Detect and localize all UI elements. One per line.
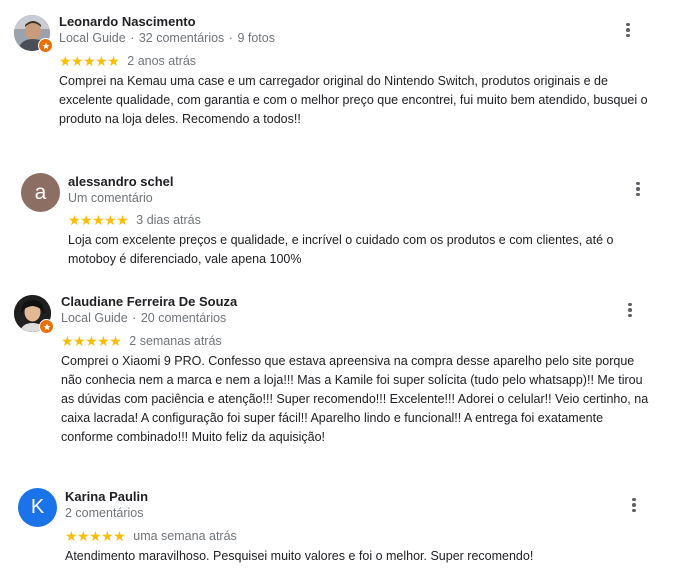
photos-count: 9 fotos (237, 31, 275, 45)
reviewer-name[interactable]: Leonardo Nascimento (59, 14, 196, 29)
review-text: Atendimento maravilhoso. Pesquisei muito… (65, 549, 534, 563)
review-date: uma semana atrás (133, 529, 237, 543)
reviewer-name[interactable]: alessandro schel (68, 174, 174, 189)
reviewer-meta: Local Guide · 32 comentários · 9 fotos (59, 31, 275, 45)
avatar-letter: K (18, 488, 57, 527)
review-text: Loja com excelente preços e qualidade, e… (68, 233, 614, 266)
star-rating-icon: ★★★★★ (59, 53, 120, 69)
rating-row: ★★★★★ 2 anos atrás (59, 54, 196, 68)
local-guide-badge-icon (39, 319, 54, 334)
reviews-count: 32 comentários (138, 31, 225, 45)
avatar[interactable] (14, 295, 54, 334)
avatar[interactable] (14, 15, 53, 53)
avatar[interactable]: a (21, 173, 60, 212)
star-rating-icon: ★★★★★ (65, 528, 126, 544)
reviews-count: Um comentário (68, 191, 153, 205)
more-options-icon[interactable] (629, 179, 647, 199)
reviewer-meta: 2 comentários (65, 506, 144, 520)
rating-row: ★★★★★ 3 dias atrás (68, 213, 201, 227)
star-rating-icon: ★★★★★ (68, 212, 129, 228)
rating-row: ★★★★★ 2 semanas atrás (61, 334, 222, 348)
more-options-icon[interactable] (621, 300, 639, 320)
more-options-icon[interactable] (619, 20, 637, 40)
rating-row: ★★★★★ uma semana atrás (65, 529, 237, 543)
review-date: 3 dias atrás (136, 213, 201, 227)
review-text: Comprei o Xiaomi 9 PRO. Confesso que est… (61, 354, 649, 444)
review-date: 2 anos atrás (127, 54, 197, 68)
review-text: Comprei na Kemau uma case e um carregado… (59, 74, 648, 126)
reviewer-meta: Um comentário (68, 191, 153, 205)
reviewer-meta: Local Guide · 20 comentários (61, 311, 227, 325)
reviewer-name[interactable]: Claudiane Ferreira De Souza (61, 294, 237, 309)
reviews-count: 20 comentários (140, 311, 227, 325)
avatar-letter: a (21, 173, 60, 212)
local-guide-label: Local Guide (61, 311, 128, 325)
reviews-count: 2 comentários (65, 506, 144, 520)
avatar[interactable]: K (18, 488, 57, 527)
star-rating-icon: ★★★★★ (61, 333, 122, 349)
reviewer-name[interactable]: Karina Paulin (65, 489, 148, 504)
more-options-icon[interactable] (625, 495, 643, 515)
local-guide-badge-icon (38, 38, 53, 53)
review-date: 2 semanas atrás (129, 334, 222, 348)
local-guide-label: Local Guide (59, 31, 126, 45)
